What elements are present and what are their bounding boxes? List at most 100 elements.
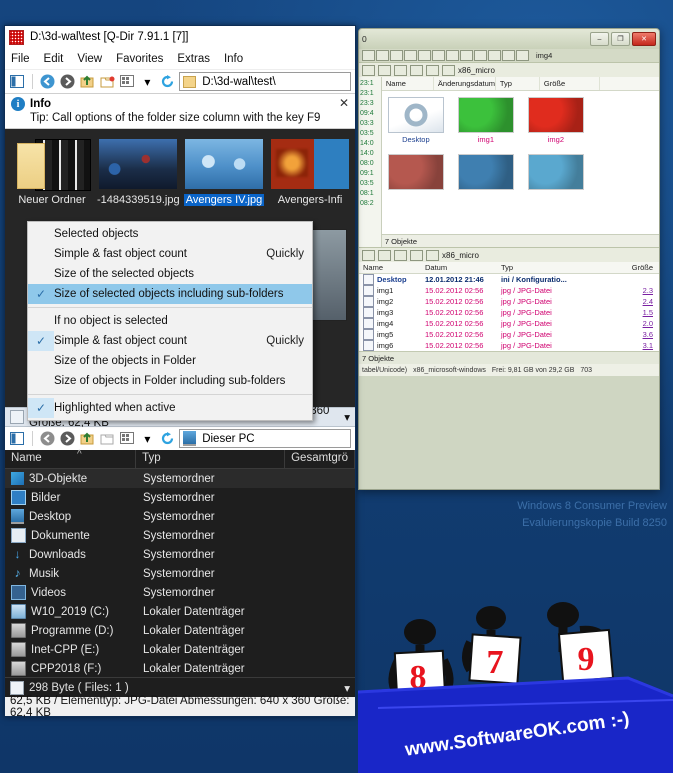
win7-toolbar[interactable]: x86_micro <box>359 62 659 77</box>
win7-list-row[interactable]: img4 15.02.2012 02:56 jpg / JPG-Datei 2.0 <box>359 318 659 329</box>
win7-list-row[interactable]: img5 15.02.2012 02:56 jpg / JPG-Datei 3.6 <box>359 329 659 340</box>
win7-thumbnail-image[interactable] <box>457 97 514 133</box>
menu-option[interactable]: If no object is selected <box>28 311 312 331</box>
win7-tab-strip[interactable]: img4 <box>359 49 659 62</box>
table-row[interactable]: Inet-CPP (E:) Lokaler Datenträger <box>5 640 355 659</box>
back-icon[interactable] <box>40 430 56 447</box>
win7-thumbnail-image[interactable] <box>387 154 444 190</box>
back-icon[interactable] <box>40 73 56 90</box>
column-header[interactable]: Name <box>359 263 425 272</box>
tab-item[interactable] <box>488 50 501 61</box>
views-icon[interactable] <box>119 73 135 90</box>
refresh-icon[interactable] <box>159 430 175 447</box>
column-header[interactable]: Änderungsdatum <box>434 77 496 90</box>
new-folder-icon[interactable] <box>100 73 116 90</box>
forward-icon[interactable] <box>378 64 391 76</box>
address-bar-1[interactable] <box>179 72 351 91</box>
table-row[interactable]: Desktop Systemordner <box>5 507 355 526</box>
chevron-down-icon[interactable]: ▾ <box>139 73 155 90</box>
table-row[interactable]: Programme (D:) Lokaler Datenträger <box>5 621 355 640</box>
panel-toggle-icon[interactable] <box>9 430 25 447</box>
win7-file-list[interactable]: Name Datum Typ Größe Desktop 12.01.2012 21:46… <box>359 262 659 351</box>
address-input-1[interactable] <box>200 74 347 89</box>
win7-titlebar[interactable]: 0 – ❐ ✕ <box>359 29 659 49</box>
refresh-icon[interactable] <box>159 73 175 90</box>
menu-option[interactable]: Simple & fast object count Quickly <box>28 244 312 264</box>
win7-list-row[interactable]: img6 15.02.2012 02:56 jpg / JPG-Datei 3.1 <box>359 340 659 351</box>
forward-icon[interactable] <box>60 73 76 90</box>
tab-item[interactable] <box>516 50 529 61</box>
maximize-button[interactable]: ❐ <box>611 32 630 46</box>
tab-item[interactable] <box>404 50 417 61</box>
menu-item-edit[interactable]: Edit <box>44 53 64 65</box>
folder-size-context-menu[interactable]: Selected objects Simple & fast object cou… <box>27 221 313 421</box>
new-folder-icon[interactable] <box>100 430 116 447</box>
table-row[interactable]: Bilder Systemordner <box>5 488 355 507</box>
win7-thumbnail-image[interactable] <box>457 154 514 190</box>
address-bar-2[interactable] <box>179 429 351 448</box>
up-icon[interactable] <box>394 249 407 261</box>
thumbnail-item[interactable]: Avengers-Infi <box>267 135 353 209</box>
info-panel[interactable]: i Info ✕ Tip: Call options of the folder… <box>5 93 355 129</box>
win7-list-header[interactable]: Name Datum Typ Größe <box>359 262 659 274</box>
menu-item-file[interactable]: File <box>11 53 30 65</box>
menu-option[interactable]: Size of objects in Folder including sub-… <box>28 371 312 391</box>
table-row[interactable]: 3D-Objekte Systemordner <box>5 469 355 488</box>
win7-list-row[interactable]: Desktop 12.01.2012 21:46 ini / Konfigurati… <box>359 274 659 285</box>
panel-toggle-icon[interactable] <box>9 73 25 90</box>
tab-item[interactable] <box>390 50 403 61</box>
menu-item-favorites[interactable]: Favorites <box>116 53 163 65</box>
menu-item-info[interactable]: Info <box>224 53 243 65</box>
up-icon[interactable] <box>80 430 96 447</box>
column-header[interactable]: Name <box>382 77 434 90</box>
win7-list-row[interactable]: img2 15.02.2012 02:56 jpg / JPG-Datei 2.4 <box>359 296 659 307</box>
win7-list-statusbar[interactable]: 7 Objekte <box>359 351 659 364</box>
up-icon[interactable] <box>394 64 407 76</box>
tab-item[interactable] <box>474 50 487 61</box>
menu-item-extras[interactable]: Extras <box>177 53 210 65</box>
menu-option[interactable]: Size of the selected objects <box>28 264 312 284</box>
chevron-down-icon[interactable]: ▾ <box>344 410 350 424</box>
thumbnail-strip[interactable]: Neuer Ordner -1484339519.jpg Avengers IV.j… <box>5 129 355 211</box>
close-button[interactable]: ✕ <box>632 32 656 46</box>
column-header[interactable]: Typ <box>501 263 575 272</box>
win7-thumbnail-image[interactable] <box>387 97 444 133</box>
minimize-button[interactable]: – <box>590 32 609 46</box>
views-icon[interactable] <box>426 249 439 261</box>
filter-icon[interactable] <box>442 64 455 76</box>
thumbnail-image[interactable] <box>13 135 91 191</box>
qdir-titlebar[interactable]: D:\3d-wal\test [Q-Dir 7.91.1 [7]] <box>5 26 355 48</box>
win7-thumbnail-grid[interactable]: Desktop img1 img2 <box>382 91 659 234</box>
table-row[interactable]: CPP2018 (F:) Lokaler Datenträger <box>5 659 355 677</box>
forward-icon[interactable] <box>60 430 76 447</box>
back-icon[interactable] <box>362 64 375 76</box>
menu-option[interactable]: ✓ Simple & fast object count Quickly <box>28 331 312 351</box>
tab-item[interactable] <box>376 50 389 61</box>
tab-item[interactable] <box>502 50 515 61</box>
column-header[interactable]: Größe <box>575 263 659 272</box>
forward-icon[interactable] <box>378 249 391 261</box>
win7-thumbnail-image[interactable] <box>527 97 584 133</box>
thumbnail-item[interactable]: -1484339519.jpg <box>95 135 181 209</box>
new-folder-icon[interactable] <box>410 64 423 76</box>
tab-item[interactable] <box>446 50 459 61</box>
win7-thumbnail-item[interactable] <box>527 154 584 192</box>
up-icon[interactable] <box>80 73 96 90</box>
menu-option[interactable]: ✓ Size of selected objects including sub-… <box>28 284 312 304</box>
back-icon[interactable] <box>362 249 375 261</box>
qdir-window[interactable]: D:\3d-wal\test [Q-Dir 7.91.1 [7]] File Ed… <box>4 25 356 719</box>
column-header[interactable]: Datum <box>425 263 501 272</box>
table-row[interactable]: W10_2019 (C:) Lokaler Datenträger <box>5 602 355 621</box>
qdir-toolbar-2[interactable]: ▾ <box>5 427 355 450</box>
win7-thumbnail-image[interactable] <box>527 154 584 190</box>
file-list-header[interactable]: Name ^ Typ Gesamtgrö <box>5 449 355 469</box>
close-icon[interactable]: ✕ <box>339 96 349 110</box>
qdir-menubar[interactable]: File Edit View Favorites Extras Info <box>5 48 355 70</box>
qdir-toolbar-1[interactable]: ▾ <box>5 70 355 93</box>
views-icon[interactable] <box>426 64 439 76</box>
thumbnail-image[interactable] <box>185 135 263 191</box>
win7-thumbnail-item[interactable] <box>457 154 514 192</box>
win7-thumbnail-item[interactable]: img2 <box>527 97 584 144</box>
column-header-type[interactable]: Typ <box>136 450 286 468</box>
table-row[interactable]: Dokumente Systemordner <box>5 526 355 545</box>
